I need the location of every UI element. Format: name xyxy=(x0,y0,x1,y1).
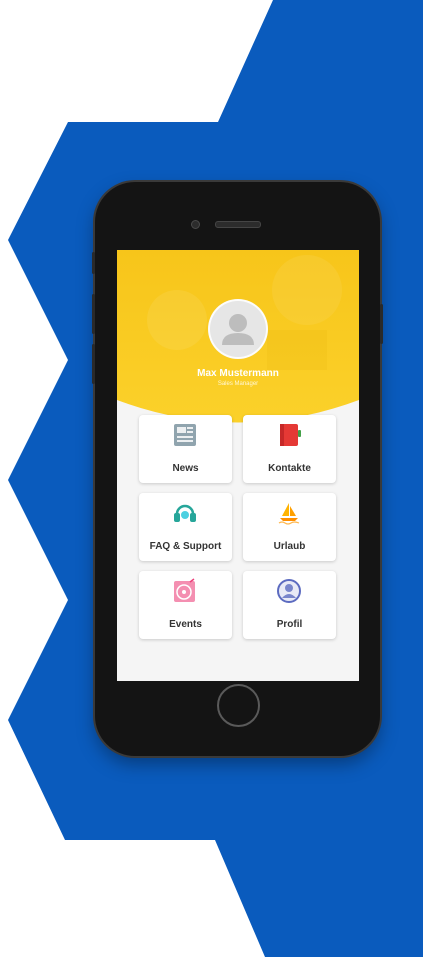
headset-icon xyxy=(174,504,196,522)
volume-down-button xyxy=(92,344,95,384)
earpiece-speaker xyxy=(215,221,261,228)
user-profile-icon xyxy=(277,579,301,603)
phone-frame: Max Mustermann Sales Manager News Kontak… xyxy=(92,182,383,756)
contacts-book-icon xyxy=(280,424,301,446)
tile-faq-support[interactable]: FAQ & Support xyxy=(139,493,232,561)
tile-label: FAQ & Support xyxy=(149,541,222,552)
user-name: Max Mustermann xyxy=(197,368,279,379)
tile-urlaub[interactable]: Urlaub xyxy=(243,493,336,561)
tile-news[interactable]: News xyxy=(139,415,232,483)
tile-profil[interactable]: Profil xyxy=(243,571,336,639)
tile-label: Events xyxy=(169,619,202,630)
sailboat-icon xyxy=(278,503,300,525)
tile-events[interactable]: Events xyxy=(139,571,232,639)
tile-label: Kontakte xyxy=(268,463,311,474)
front-camera xyxy=(191,220,200,229)
app-screen: Max Mustermann Sales Manager News Kontak… xyxy=(117,250,359,681)
tile-label: Urlaub xyxy=(273,541,306,552)
tile-label: Profil xyxy=(276,619,303,630)
tile-label: News xyxy=(172,463,199,474)
volume-up-button xyxy=(92,294,95,334)
user-silhouette-icon xyxy=(222,314,254,345)
home-button[interactable] xyxy=(217,684,260,727)
tile-kontakte[interactable]: Kontakte xyxy=(243,415,336,483)
news-icon xyxy=(174,424,196,446)
power-button xyxy=(380,304,383,344)
vinyl-record-icon xyxy=(174,578,195,602)
user-role: Sales Manager xyxy=(217,381,259,387)
avatar[interactable] xyxy=(208,299,268,359)
mute-switch xyxy=(92,252,95,274)
